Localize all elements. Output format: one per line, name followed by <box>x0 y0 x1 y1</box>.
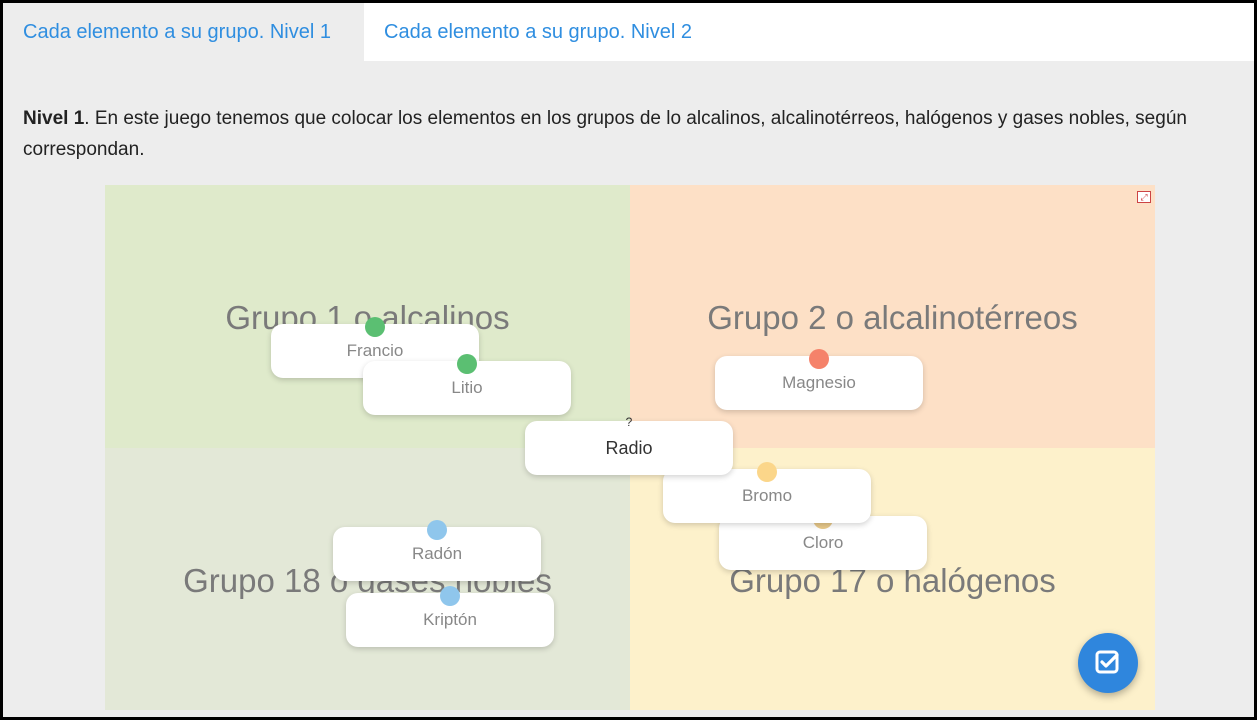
card-label: Kriptón <box>423 610 477 629</box>
card-label: Radio <box>605 438 653 458</box>
zone-title: Grupo 2 o alcalinotérreos <box>707 299 1078 336</box>
expand-icon[interactable]: ⤢ <box>1137 191 1151 203</box>
instructions-level: Nivel 1 <box>23 108 85 129</box>
card-label: Radón <box>411 544 463 563</box>
card-litio[interactable]: Litio <box>363 354 571 415</box>
card-dot <box>457 354 477 374</box>
unknown-marker: ? <box>625 415 633 429</box>
card-magnesio[interactable]: Magnesio <box>715 349 923 410</box>
card-label: Bromo <box>741 486 793 505</box>
check-icon <box>1095 650 1119 674</box>
card-label: Cloro <box>802 533 844 552</box>
card-dot <box>809 349 829 369</box>
card-dot <box>427 520 447 540</box>
card-cloro[interactable]: Cloro <box>719 509 927 570</box>
check-answers-button[interactable] <box>1078 633 1138 693</box>
tab-nivel-2[interactable]: Cada elemento a su grupo. Nivel 2 <box>364 3 712 61</box>
instructions-text: . En este juego tenemos que colocar los … <box>23 108 1187 160</box>
card-dot <box>365 317 385 337</box>
card-dot <box>440 586 460 606</box>
card-label: Litio <box>451 378 483 397</box>
card-kripton[interactable]: Kriptón <box>346 586 554 647</box>
card-dot <box>757 462 777 482</box>
card-radio[interactable]: ? Radio <box>525 415 733 475</box>
card-bromo[interactable]: Bromo <box>663 462 871 523</box>
tab-bar: Cada elemento a su grupo. Nivel 1 Cada e… <box>3 3 1254 61</box>
instructions: Nivel 1. En este juego tenemos que coloc… <box>23 103 1203 165</box>
card-label: Francio <box>346 341 404 360</box>
card-radon[interactable]: Radón <box>333 520 541 581</box>
card-label: Magnesio <box>782 373 856 392</box>
game-board: Grupo 1 o alcalinos Grupo 2 o alcalinoté… <box>105 185 1155 710</box>
tab-nivel-1[interactable]: Cada elemento a su grupo. Nivel 1 <box>3 3 364 61</box>
